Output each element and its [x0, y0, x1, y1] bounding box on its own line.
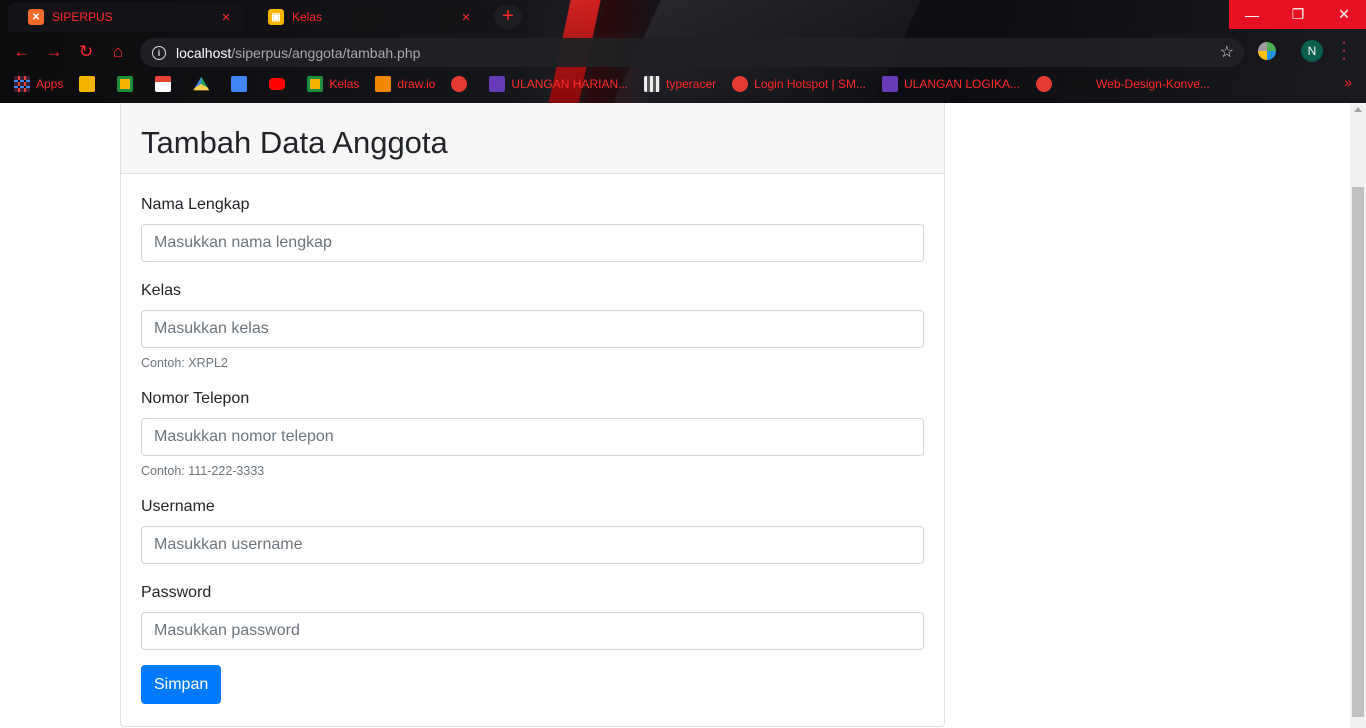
- reload-icon[interactable]: ↻: [74, 41, 98, 63]
- bookmark-classroom[interactable]: [117, 76, 139, 92]
- field-password: Password: [141, 584, 924, 650]
- page-title: Tambah Data Anggota: [141, 125, 448, 160]
- field-help-text: Contoh: XRPL2: [141, 356, 228, 370]
- forms-icon: [882, 76, 898, 92]
- url-path: /siperpus/anggota/tambah.php: [231, 44, 421, 61]
- bookmark-globe-2[interactable]: [1036, 76, 1058, 92]
- bookmark-slides[interactable]: [79, 76, 101, 92]
- youtube-icon: [269, 78, 286, 90]
- browser-chrome: ✕ SIPERPUS × ▣ Kelas × + — ❐ ✕ ← → ↻ ⌂ i…: [0, 0, 1366, 103]
- bookmark-ulangan-logika[interactable]: ULANGAN LOGIKA...: [882, 76, 1020, 92]
- classroom-icon: [117, 76, 134, 92]
- nomor-telepon-input[interactable]: [141, 418, 924, 456]
- new-tab-button[interactable]: +: [494, 5, 522, 29]
- bookmark-star-icon[interactable]: ☆: [1220, 42, 1234, 62]
- apps-grid-icon: [14, 76, 30, 92]
- classroom-icon: ▣: [268, 9, 284, 25]
- typeracer-icon: [644, 76, 661, 92]
- classroom-icon: [307, 76, 324, 92]
- slides-icon: [79, 76, 96, 92]
- bookmark-docs[interactable]: [231, 76, 253, 92]
- tab-strip: ✕ SIPERPUS × ▣ Kelas × + — ❐ ✕: [0, 0, 1366, 34]
- drawio-icon: [375, 76, 392, 92]
- field-label: Password: [141, 584, 212, 601]
- close-tab-icon[interactable]: ×: [218, 9, 234, 26]
- vertical-scrollbar[interactable]: [1350, 103, 1366, 728]
- close-window-button[interactable]: ✕: [1321, 0, 1366, 29]
- username-input[interactable]: [141, 526, 924, 564]
- scrollbar-thumb[interactable]: [1352, 187, 1364, 717]
- browser-toolbar: ← → ↻ ⌂ i localhost/siperpus/anggota/tam…: [0, 35, 1366, 69]
- field-kelas: Kelas Contoh: XRPL2: [141, 282, 924, 370]
- minimize-button[interactable]: —: [1229, 0, 1275, 29]
- bookmark-apps[interactable]: Apps: [14, 76, 63, 92]
- back-arrow-icon[interactable]: ←: [10, 41, 34, 63]
- home-icon[interactable]: ⌂: [106, 41, 130, 63]
- bookmark-ulangan-harian[interactable]: ULANGAN HARIAN...: [489, 76, 628, 92]
- browser-menu-icon[interactable]: · · ·: [1338, 35, 1350, 67]
- form-card: Tambah Data Anggota Nama Lengkap Kelas C…: [120, 103, 945, 727]
- drive-icon: [193, 76, 210, 91]
- bookmark-typeracer[interactable]: typeracer: [644, 76, 716, 92]
- field-label: Username: [141, 498, 215, 515]
- password-input[interactable]: [141, 612, 924, 650]
- tab-title: SIPERPUS: [52, 10, 113, 24]
- xampp-icon: ✕: [28, 9, 44, 25]
- field-username: Username: [141, 498, 924, 564]
- forms-icon: [489, 76, 506, 92]
- gmail-icon: [155, 76, 172, 92]
- tab-kelas[interactable]: ▣ Kelas ×: [248, 2, 484, 32]
- page-viewport: Tambah Data Anggota Nama Lengkap Kelas C…: [0, 103, 1350, 728]
- card-header: Tambah Data Anggota: [121, 103, 944, 174]
- bookmark-login-hotspot[interactable]: Login Hotspot | SM...: [732, 76, 866, 92]
- kelas-input[interactable]: [141, 310, 924, 348]
- bookmark-kelas[interactable]: Kelas: [307, 76, 359, 92]
- extension-icon[interactable]: [1258, 42, 1276, 60]
- bookmarks-overflow-icon[interactable]: »: [1344, 74, 1352, 90]
- docs-icon: [231, 76, 248, 92]
- bookmark-gmail[interactable]: [155, 76, 177, 92]
- address-bar[interactable]: i localhost/siperpus/anggota/tambah.php …: [140, 38, 1244, 67]
- tab-title: Kelas: [292, 10, 323, 24]
- field-label: Nama Lengkap: [141, 196, 250, 213]
- field-label: Kelas: [141, 282, 182, 299]
- bookmark-drawio[interactable]: draw.io: [375, 76, 435, 92]
- field-help-text: Contoh: 111-222-3333: [141, 464, 265, 478]
- bookmark-web-design[interactable]: Web-Design-Konve...: [1074, 76, 1210, 92]
- simpan-button[interactable]: Simpan: [141, 665, 222, 704]
- globe-icon: [732, 76, 749, 92]
- close-tab-icon[interactable]: ×: [458, 9, 474, 26]
- globe-icon: [451, 76, 468, 92]
- bookmark-drive[interactable]: [193, 76, 215, 92]
- field-nomor-telepon: Nomor Telepon Contoh: 111-222-3333: [141, 390, 924, 478]
- url-host: localhost: [176, 44, 232, 61]
- bookmark-globe[interactable]: [451, 76, 473, 92]
- field-label: Nomor Telepon: [141, 390, 250, 407]
- restore-button[interactable]: ❐: [1275, 0, 1321, 29]
- scroll-up-arrow-icon[interactable]: [1354, 107, 1362, 112]
- profile-avatar[interactable]: N: [1301, 40, 1323, 62]
- nama-lengkap-input[interactable]: [141, 224, 924, 262]
- globe-icon: [1036, 76, 1053, 92]
- add-member-form: Nama Lengkap Kelas Contoh: XRPL2 Nomor T…: [121, 174, 944, 704]
- tab-siperpus[interactable]: ✕ SIPERPUS ×: [8, 2, 244, 32]
- forward-arrow-icon[interactable]: →: [42, 41, 66, 63]
- bookmarks-bar: Apps Kelas draw.io ULANGAN HARIAN... typ…: [0, 70, 1366, 98]
- field-nama-lengkap: Nama Lengkap: [141, 196, 924, 262]
- site-info-icon[interactable]: i: [152, 45, 166, 60]
- bookmark-youtube[interactable]: [269, 78, 291, 90]
- github-icon: [1074, 76, 1091, 92]
